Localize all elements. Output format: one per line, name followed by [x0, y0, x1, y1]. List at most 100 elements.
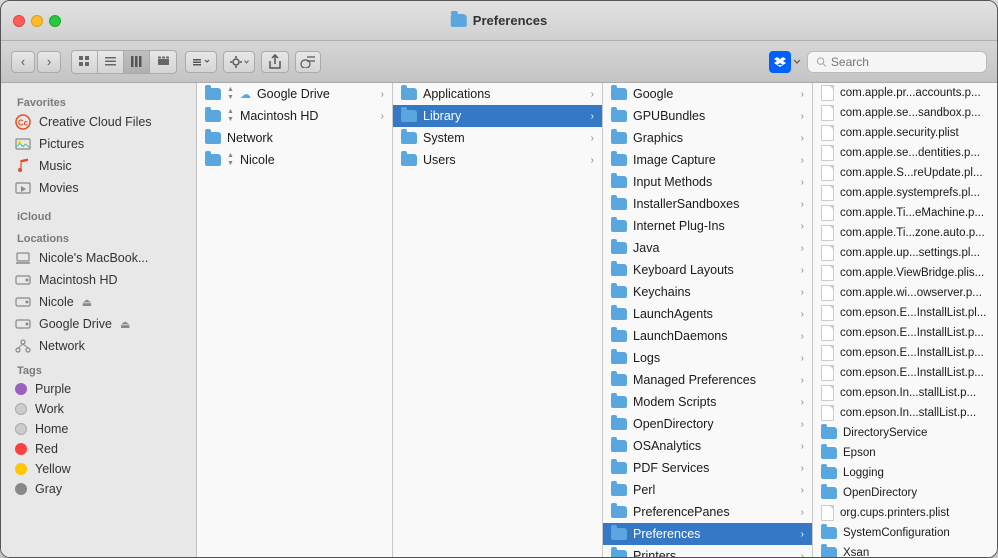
item-label: OpenDirectory: [843, 487, 989, 499]
column-4: com.apple.pr...accounts.p...com.apple.se…: [813, 83, 997, 557]
list-item[interactable]: Keyboard Layouts›: [603, 259, 812, 281]
list-item[interactable]: com.apple.wi...owserver.p...: [813, 283, 997, 303]
sidebar-item-movies[interactable]: Movies: [5, 177, 192, 199]
action-button[interactable]: [223, 51, 255, 73]
list-item[interactable]: Epson: [813, 443, 997, 463]
chevron-right-icon: ›: [801, 265, 804, 276]
list-item[interactable]: ▲▼Macintosh HD›: [197, 105, 392, 127]
dropbox-icon[interactable]: [769, 51, 791, 73]
list-item[interactable]: com.epson.In...stallList.p...: [813, 383, 997, 403]
list-item[interactable]: com.apple.pr...accounts.p...: [813, 83, 997, 103]
list-item[interactable]: ▲▼☁Google Drive›: [197, 83, 392, 105]
item-label: Image Capture: [633, 153, 795, 167]
list-item[interactable]: com.epson.E...InstallList.pl...: [813, 303, 997, 323]
list-item[interactable]: Internet Plug-Ins›: [603, 215, 812, 237]
sidebar-item-macbook[interactable]: Nicole's MacBook...: [5, 247, 192, 269]
arrange-button[interactable]: [185, 51, 217, 73]
sidebar-item-music[interactable]: Music: [5, 155, 192, 177]
list-item[interactable]: Input Methods›: [603, 171, 812, 193]
sidebar-item-nicole[interactable]: Nicole ⏏: [5, 291, 192, 313]
list-item[interactable]: LaunchDaemons›: [603, 325, 812, 347]
list-item[interactable]: OpenDirectory›: [603, 413, 812, 435]
list-item[interactable]: com.apple.up...settings.pl...: [813, 243, 997, 263]
list-item[interactable]: PDF Services›: [603, 457, 812, 479]
search-input[interactable]: [831, 55, 978, 69]
sidebar-item-work[interactable]: Work: [5, 399, 192, 419]
share-button[interactable]: [261, 51, 289, 73]
list-item[interactable]: ▲▼Nicole: [197, 149, 392, 171]
list-item[interactable]: GPUBundles›: [603, 105, 812, 127]
icon-view-button[interactable]: [72, 51, 98, 73]
list-item[interactable]: InstallerSandboxes›: [603, 193, 812, 215]
list-item[interactable]: com.apple.S...reUpdate.pl...: [813, 163, 997, 183]
list-item[interactable]: com.apple.systemprefs.pl...: [813, 183, 997, 203]
list-item[interactable]: PreferencePanes›: [603, 501, 812, 523]
list-item[interactable]: com.epson.In...stallList.p...: [813, 403, 997, 423]
item-label: com.apple.up...settings.pl...: [840, 247, 989, 259]
list-item[interactable]: Xsan: [813, 543, 997, 557]
list-item[interactable]: Users›: [393, 149, 602, 171]
list-item[interactable]: com.epson.E...InstallList.p...: [813, 363, 997, 383]
chevron-right-icon: ›: [801, 375, 804, 386]
list-item[interactable]: Keychains›: [603, 281, 812, 303]
list-item[interactable]: com.apple.se...dentities.p...: [813, 143, 997, 163]
sidebar-item-label: Nicole: [39, 295, 74, 309]
list-item[interactable]: Perl›: [603, 479, 812, 501]
share-icon: [268, 54, 282, 70]
sidebar-item-yellow[interactable]: Yellow: [5, 459, 192, 479]
list-item[interactable]: com.apple.Ti...eMachine.p...: [813, 203, 997, 223]
column-view-button[interactable]: [124, 51, 150, 73]
list-item[interactable]: Google›: [603, 83, 812, 105]
gallery-view-button[interactable]: [150, 51, 176, 73]
chevron-right-icon: ›: [801, 551, 804, 558]
list-item[interactable]: com.apple.security.plist: [813, 123, 997, 143]
list-item[interactable]: Library›: [393, 105, 602, 127]
nav-buttons: ‹ ›: [11, 51, 61, 73]
list-item[interactable]: org.cups.printers.plist: [813, 503, 997, 523]
sidebar-item-red[interactable]: Red: [5, 439, 192, 459]
list-item[interactable]: Image Capture›: [603, 149, 812, 171]
chevron-right-icon: ›: [801, 529, 804, 540]
close-button[interactable]: [13, 15, 25, 27]
sidebar-item-macintosh-hd[interactable]: Macintosh HD: [5, 269, 192, 291]
back-button[interactable]: ‹: [11, 51, 35, 73]
forward-button[interactable]: ›: [37, 51, 61, 73]
sidebar-item-pictures[interactable]: Pictures: [5, 133, 192, 155]
list-item[interactable]: LaunchAgents›: [603, 303, 812, 325]
list-item[interactable]: com.apple.se...sandbox.p...: [813, 103, 997, 123]
list-item[interactable]: Graphics›: [603, 127, 812, 149]
chevron-right-icon: ›: [591, 89, 594, 100]
list-item[interactable]: com.apple.Ti...zone.auto.p...: [813, 223, 997, 243]
tags-button[interactable]: [295, 51, 321, 73]
list-item[interactable]: DirectoryService: [813, 423, 997, 443]
list-item[interactable]: Printers›: [603, 545, 812, 557]
folder-icon: [401, 88, 417, 100]
minimize-button[interactable]: [31, 15, 43, 27]
list-item[interactable]: System›: [393, 127, 602, 149]
chevron-right-icon: ›: [591, 111, 594, 122]
list-item[interactable]: Network: [197, 127, 392, 149]
sidebar-item-network[interactable]: Network: [5, 335, 192, 357]
list-item[interactable]: com.epson.E...InstallList.p...: [813, 323, 997, 343]
list-item[interactable]: Logs›: [603, 347, 812, 369]
sidebar-item-purple[interactable]: Purple: [5, 379, 192, 399]
list-item[interactable]: com.apple.ViewBridge.plis...: [813, 263, 997, 283]
list-item[interactable]: Preferences›: [603, 523, 812, 545]
sidebar-item-gray[interactable]: Gray: [5, 479, 192, 499]
list-item[interactable]: SystemConfiguration: [813, 523, 997, 543]
search-bar[interactable]: [807, 51, 987, 73]
list-item[interactable]: Java›: [603, 237, 812, 259]
maximize-button[interactable]: [49, 15, 61, 27]
sidebar-item-google-drive[interactable]: Google Drive ⏏: [5, 313, 192, 335]
list-item[interactable]: OpenDirectory: [813, 483, 997, 503]
list-item[interactable]: OSAnalytics›: [603, 435, 812, 457]
sidebar-item-home[interactable]: Home: [5, 419, 192, 439]
sidebar-item-creative-cloud[interactable]: Cc Creative Cloud Files: [5, 111, 192, 133]
list-item[interactable]: Managed Preferences›: [603, 369, 812, 391]
list-item[interactable]: Modem Scripts›: [603, 391, 812, 413]
list-view-button[interactable]: [98, 51, 124, 73]
item-label: OSAnalytics: [633, 439, 795, 453]
list-item[interactable]: com.epson.E...InstallList.p...: [813, 343, 997, 363]
list-item[interactable]: Applications›: [393, 83, 602, 105]
list-item[interactable]: Logging: [813, 463, 997, 483]
